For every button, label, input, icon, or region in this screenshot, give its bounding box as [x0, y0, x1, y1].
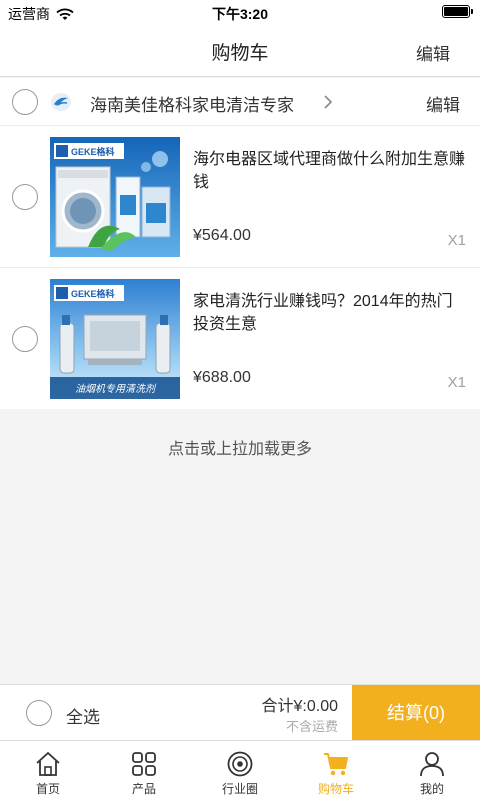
- item-select-radio[interactable]: [12, 326, 38, 352]
- chevron-right-icon[interactable]: [322, 92, 334, 112]
- shop-edit-button[interactable]: 编辑: [426, 91, 460, 116]
- product-brand-text: GEKE格科: [71, 288, 115, 299]
- user-icon: [420, 752, 444, 777]
- cart-icon: [324, 753, 348, 776]
- product-thumbnail[interactable]: GEKE格科: [50, 137, 180, 257]
- checkout-button[interactable]: 结算(0): [352, 685, 480, 741]
- tab-cart[interactable]: 购物车: [288, 741, 384, 800]
- tab-home-label: 首页: [35, 782, 60, 796]
- nav-bar: 购物车 编辑: [0, 24, 480, 77]
- tab-mine[interactable]: 我的: [384, 741, 480, 800]
- nav-edit-button[interactable]: 编辑: [416, 40, 450, 65]
- tab-industry-circle-label: 行业圈: [221, 782, 258, 796]
- shop-header: 海南美佳格科家电清洁专家 编辑: [0, 78, 480, 126]
- tab-industry-circle[interactable]: 行业圈: [192, 741, 288, 800]
- select-all-label[interactable]: 全选: [66, 703, 100, 728]
- shop-name[interactable]: 海南美佳格科家电清洁专家: [90, 91, 294, 116]
- product-quantity: X1: [447, 374, 466, 391]
- product-image: GEKE格科: [50, 137, 180, 257]
- cart-item: GEKE格科 海尔电器区域代理商做什么附加生意赚钱 ¥564.00 X1: [0, 126, 480, 267]
- tab-mine-label: 我的: [419, 782, 444, 796]
- tab-bar: 首页 产品 行业圈 购物车 我的: [0, 740, 480, 800]
- product-price: ¥688.00: [193, 369, 251, 386]
- status-time: 下午3:20: [211, 6, 269, 22]
- product-price: ¥564.00: [193, 227, 251, 244]
- home-icon: [36, 752, 60, 776]
- bird-logo-icon: [51, 93, 71, 111]
- battery-icon: [442, 5, 473, 18]
- product-thumbnail[interactable]: GEKE格科 油烟机专用清洗剂: [50, 279, 180, 399]
- tab-products[interactable]: 产品: [96, 741, 192, 800]
- select-all-radio[interactable]: [26, 700, 52, 726]
- item-select-radio[interactable]: [12, 184, 38, 210]
- checkout-bar: 全选 合计¥:0.00 不含运费 结算(0): [0, 684, 480, 741]
- shop-select-radio[interactable]: [12, 89, 38, 115]
- tab-products-label: 产品: [131, 782, 156, 796]
- tab-home[interactable]: 首页: [0, 741, 96, 800]
- product-name[interactable]: 家电清洗行业赚钱吗？2014年的热门投资生意: [193, 290, 468, 336]
- status-bar: 运营商 下午3:20: [0, 0, 480, 24]
- circle-icon: [227, 751, 253, 777]
- load-more-text[interactable]: 点击或上拉加载更多: [0, 435, 480, 459]
- product-image: GEKE格科 油烟机专用清洗剂: [50, 279, 180, 399]
- product-name[interactable]: 海尔电器区域代理商做什么附加生意赚钱: [193, 148, 468, 194]
- page-title: 购物车: [211, 43, 269, 64]
- product-quantity: X1: [447, 232, 466, 249]
- shipping-note: 不含运费: [285, 719, 338, 734]
- grid-icon: [132, 752, 156, 776]
- tab-cart-label: 购物车: [317, 782, 354, 796]
- total-amount: 合计¥:0.00: [261, 698, 339, 715]
- product-caption-text: 油烟机专用清洗剂: [75, 383, 157, 395]
- cart-item: GEKE格科 油烟机专用清洗剂 家电清洗行业赚钱吗？2014年的热门投资生意 ¥…: [0, 268, 480, 409]
- product-brand-text: GEKE格科: [71, 146, 115, 157]
